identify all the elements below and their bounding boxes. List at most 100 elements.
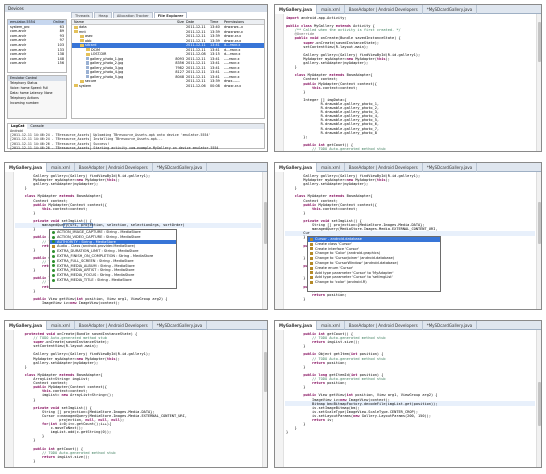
folder-icon bbox=[80, 43, 84, 47]
file-name: data bbox=[79, 25, 87, 29]
vertical-scrollbar[interactable] bbox=[262, 172, 267, 309]
tab-baseadapter-docs[interactable]: BaseAdapter | Android Developers bbox=[345, 5, 423, 14]
device-row[interactable]: com.andr 156 bbox=[8, 61, 66, 66]
file-name: gallery_photo_3.jpg bbox=[90, 65, 124, 70]
folder-icon bbox=[74, 84, 78, 87]
tab-baseadapter-docs[interactable]: BaseAdapter | Android Developers bbox=[345, 321, 423, 330]
folder-icon bbox=[86, 48, 90, 51]
tab-mysdcardgallery-java[interactable]: *MySDcardGallery.java bbox=[153, 163, 208, 172]
editor-tab-bar: MyGallery.java main.xml BaseAdapter | An… bbox=[5, 321, 267, 330]
tab-threads[interactable]: Threads bbox=[71, 12, 94, 18]
code-line: // TODO Auto-generated method stub bbox=[286, 147, 386, 151]
editor-tab-bar: MyGallery.java main.xml BaseAdapter | An… bbox=[275, 5, 541, 14]
code-line: } bbox=[16, 458, 36, 463]
file-name: gallery_photo_4.jpg bbox=[90, 70, 124, 74]
folder-icon bbox=[80, 79, 84, 83]
completion-item[interactable]: EXTRA_MEDIA_TITLE : String - MediaStore bbox=[50, 278, 176, 283]
vertical-scrollbar[interactable] bbox=[536, 172, 541, 309]
emulator-control: Emulator Control Telephony Status Voice: … bbox=[7, 75, 67, 119]
code-area[interactable]: protected void onCreate(Bundle savedInst… bbox=[16, 332, 261, 467]
tab-allocation-tracker[interactable]: Allocation Tracker bbox=[112, 12, 153, 18]
tab-mygallery-java[interactable]: MyGallery.java bbox=[5, 163, 48, 172]
field-icon bbox=[52, 230, 55, 234]
file-date: 2011-12-06 bbox=[186, 83, 206, 88]
class-icon bbox=[310, 276, 313, 280]
folder-icon bbox=[86, 52, 90, 56]
column-name[interactable]: Name bbox=[72, 20, 168, 24]
tab-baseadapter-docs[interactable]: BaseAdapter | Android Developers bbox=[75, 321, 153, 330]
file-row[interactable]: system 2011-12-06 00:08 drwxr-xr-x bbox=[72, 84, 264, 89]
tab-main-xml[interactable]: main.xml bbox=[317, 163, 345, 172]
class-icon bbox=[310, 247, 313, 251]
code-area[interactable]: import android.app.Activity; public class… bbox=[286, 16, 535, 151]
file-name: LOST.DIR bbox=[91, 52, 107, 56]
file-name: secure bbox=[85, 79, 97, 83]
folder-icon bbox=[80, 34, 84, 38]
class-icon bbox=[310, 261, 313, 265]
editor-gutter bbox=[275, 14, 284, 151]
tab-file-explorer[interactable]: File Explorer bbox=[153, 12, 188, 18]
file-name: DCIM bbox=[91, 47, 100, 52]
field-icon bbox=[52, 264, 55, 268]
tab-mysdcardgallery-java[interactable]: *MySDcardGallery.java bbox=[153, 321, 208, 330]
tab-heap[interactable]: Heap bbox=[94, 12, 112, 18]
code-area[interactable]: public int getCount() { // TODO Auto-gen… bbox=[286, 332, 535, 467]
file-time: 00:08 bbox=[210, 83, 220, 88]
column-permissions[interactable]: Permissions bbox=[224, 20, 264, 24]
file-name: gallery_photo_1.jpg bbox=[90, 56, 124, 61]
folder-icon bbox=[74, 25, 78, 29]
file-size bbox=[168, 84, 186, 89]
tab-baseadapter-docs[interactable]: BaseAdapter | Android Developers bbox=[75, 163, 153, 172]
completion-label: Change to 'color' (android.R) bbox=[315, 280, 367, 285]
file-name: sdcard bbox=[85, 43, 97, 47]
column-date[interactable]: Date bbox=[186, 20, 210, 24]
vertical-scrollbar[interactable] bbox=[262, 330, 267, 467]
file-name: gallery_photo_5.jpg bbox=[90, 74, 124, 79]
file-name: gallery_photo_2.jpg bbox=[90, 61, 124, 65]
tab-mygallery-java[interactable]: MyGallery.java bbox=[275, 321, 318, 330]
logcat-console: LogCat Console Android [2011-12-11 14:46… bbox=[7, 123, 265, 150]
column-time[interactable]: Time bbox=[210, 20, 224, 24]
tab-mysdcardgallery-java[interactable]: *MySDcardGallery.java bbox=[423, 163, 478, 172]
tab-main-xml[interactable]: main.xml bbox=[47, 163, 75, 172]
vertical-scrollbar[interactable] bbox=[536, 14, 541, 151]
class-icon bbox=[52, 245, 55, 249]
editor-panel-4: MyGallery.java main.xml BaseAdapter | An… bbox=[274, 162, 542, 310]
class-icon bbox=[310, 271, 313, 275]
editor-gutter bbox=[275, 172, 284, 309]
ddms-panel: Devices Threads Heap Allocation Tracker … bbox=[4, 4, 268, 152]
quick-fix-popup[interactable]: Cursor - android.database Create class 'C… bbox=[307, 236, 441, 292]
tab-mygallery-java[interactable]: MyGallery.java bbox=[275, 163, 318, 172]
tab-console[interactable]: Console bbox=[27, 124, 46, 129]
editor-tab-bar: MyGallery.java main.xml BaseAdapter | An… bbox=[5, 163, 267, 172]
editor-tab-bar: MyGallery.java main.xml BaseAdapter | An… bbox=[275, 163, 541, 172]
device-state: 156 bbox=[57, 61, 64, 66]
file-name: asec bbox=[85, 34, 93, 38]
editor-panel-5: MyGallery.java main.xml BaseAdapter | An… bbox=[4, 320, 268, 468]
completion-item[interactable]: Change to 'color' (android.R) bbox=[308, 280, 440, 285]
file-icon bbox=[86, 61, 89, 65]
file-icon bbox=[86, 65, 89, 70]
field-icon bbox=[52, 235, 55, 239]
vertical-scrollbar[interactable] bbox=[536, 330, 541, 467]
code-line: } bbox=[286, 430, 289, 435]
tab-baseadapter-docs[interactable]: BaseAdapter | Android Developers bbox=[345, 163, 423, 172]
class-icon bbox=[310, 242, 313, 246]
class-icon bbox=[310, 266, 313, 270]
class-icon bbox=[310, 257, 313, 261]
tab-main-xml[interactable]: main.xml bbox=[317, 5, 345, 14]
field-icon bbox=[52, 254, 55, 258]
file-permissions: drwxr-xr-x bbox=[224, 83, 242, 88]
tab-mygallery-java[interactable]: MyGallery.java bbox=[275, 5, 318, 14]
tab-mysdcardgallery-java[interactable]: *MySDcardGallery.java bbox=[423, 5, 478, 14]
tab-main-xml[interactable]: main.xml bbox=[47, 321, 75, 330]
column-size[interactable]: Size bbox=[168, 20, 186, 24]
tab-main-xml[interactable]: main.xml bbox=[317, 321, 345, 330]
file-name: mnt bbox=[79, 29, 86, 34]
content-assist-popup[interactable]: ACTION_IMAGE_CAPTURE : String - MediaSto… bbox=[49, 229, 177, 289]
tab-mygallery-java[interactable]: MyGallery.java bbox=[5, 321, 48, 330]
field-icon bbox=[52, 259, 55, 263]
tab-mysdcardgallery-java[interactable]: *MySDcardGallery.java bbox=[423, 321, 478, 330]
editor-tab-bar: MyGallery.java main.xml BaseAdapter | An… bbox=[275, 321, 541, 330]
class-icon bbox=[310, 252, 313, 256]
